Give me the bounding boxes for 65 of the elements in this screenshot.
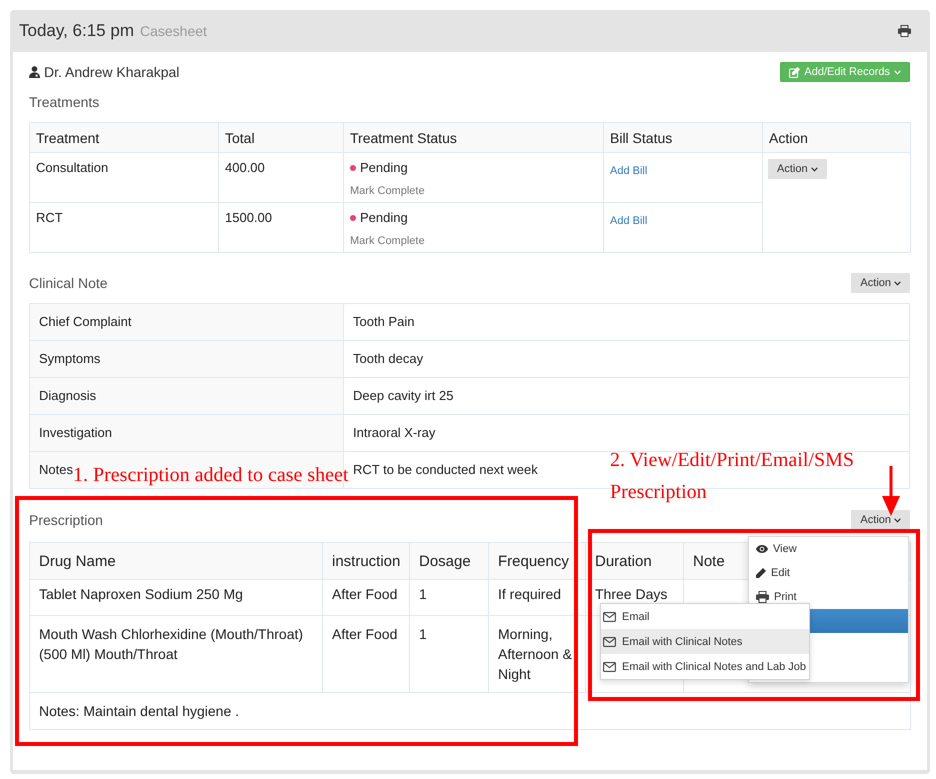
table-cell: 1500.00 xyxy=(218,202,344,252)
menu-item[interactable]: View xyxy=(749,537,908,561)
menu-item[interactable]: Email with Clinical Notes and Lab Job xyxy=(601,654,809,679)
table-cell: 400.00 xyxy=(218,152,344,202)
table-cell: Intraoral X-ray xyxy=(344,414,910,452)
status-dot-icon xyxy=(350,215,356,221)
column-header: Dosage xyxy=(410,542,488,580)
section-title: Clinical Note xyxy=(29,274,108,292)
column-header: Treatment xyxy=(30,122,218,152)
table-cell: Chief Complaint xyxy=(30,304,344,340)
action-button[interactable]: Action xyxy=(851,510,910,530)
section-title: Treatments xyxy=(29,93,100,111)
table-cell: Tablet Naproxen Sodium 250 Mg xyxy=(30,580,322,616)
mark-complete-link[interactable]: Mark Complete xyxy=(350,184,425,198)
table-cell: Symptoms xyxy=(30,340,344,378)
annotation-text: 1. Prescription added to case sheet xyxy=(73,463,348,487)
table-cell: Tooth decay xyxy=(344,340,910,378)
table-cell: 1 xyxy=(410,580,488,616)
section-title: Prescription xyxy=(29,511,103,529)
column-header: Duration xyxy=(586,542,684,580)
action-button[interactable]: Action xyxy=(768,159,827,179)
table-cell: Consultation xyxy=(30,152,218,202)
table-cell: Mouth Wash Chlorhexidine (Mouth/Throat) (500 Ml) Mouth/Throat xyxy=(30,616,322,692)
table-cell: If required xyxy=(488,580,586,616)
chevron-down-icon xyxy=(894,518,901,522)
column-header: Action xyxy=(762,122,910,152)
column-header: Total xyxy=(218,122,344,152)
table-cell: 1 xyxy=(410,616,488,692)
doctor-name: Dr. Andrew Kharakpal xyxy=(44,64,180,80)
column-header: Bill Status xyxy=(604,122,762,152)
add-bill-link[interactable]: Add Bill xyxy=(610,214,648,228)
table-cell: Tooth Pain xyxy=(344,304,910,340)
envelope-icon xyxy=(603,662,616,672)
table-cell: After Food xyxy=(322,580,410,616)
table-cell: Diagnosis xyxy=(30,378,344,414)
chevron-down-icon xyxy=(894,280,901,286)
envelope-icon xyxy=(603,636,616,646)
print-icon[interactable] xyxy=(898,25,911,37)
envelope-icon xyxy=(603,612,616,622)
doctor-icon xyxy=(29,66,40,78)
table-cell: RCT xyxy=(30,202,218,252)
column-header: Treatment Status xyxy=(344,122,604,152)
header-subtitle: Casesheet xyxy=(140,23,207,39)
table-cell: Notes: Maintain dental hygiene . xyxy=(30,692,910,730)
menu-item[interactable]: Edit xyxy=(749,561,908,585)
action-button[interactable]: Action xyxy=(851,273,910,293)
table-cell: Deep cavity irt 25 xyxy=(344,378,910,414)
edit-icon xyxy=(789,66,800,78)
status-text: Pending xyxy=(360,159,408,177)
status-dot-icon xyxy=(350,165,356,171)
add-bill-link[interactable]: Add Bill xyxy=(610,164,648,178)
table-cell: After Food xyxy=(322,616,410,692)
column-header: Drug Name xyxy=(30,542,322,580)
chevron-down-icon xyxy=(810,166,818,172)
table-cell: Investigation xyxy=(30,414,344,452)
table-cell: Morning, Afternoon & Night xyxy=(488,616,586,692)
mark-complete-link[interactable]: Mark Complete xyxy=(350,234,425,248)
header-title: Today, 6:15 pm xyxy=(19,21,134,41)
column-header: instruction xyxy=(322,542,410,580)
column-header: Frequency xyxy=(488,542,586,580)
status-text: Pending xyxy=(360,209,408,227)
menu-item[interactable]: Email with Clinical Notes xyxy=(601,629,809,654)
eye-icon xyxy=(756,545,768,553)
annotation-arrow xyxy=(882,466,900,516)
chevron-down-icon xyxy=(894,70,901,74)
